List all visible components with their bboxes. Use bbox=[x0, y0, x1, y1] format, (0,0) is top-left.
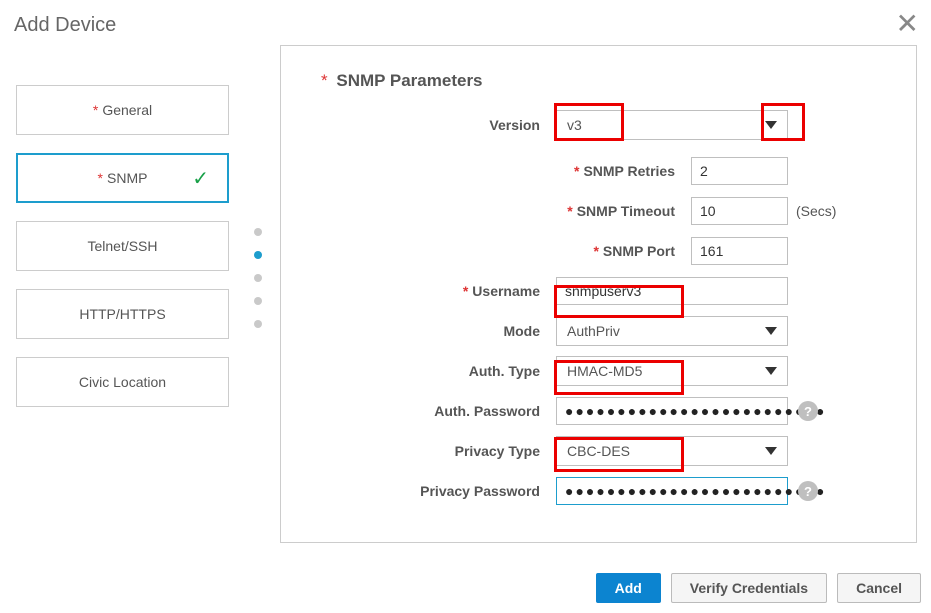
chevron-down-icon bbox=[765, 121, 777, 129]
input-timeout[interactable] bbox=[691, 197, 788, 225]
label-authtype: Auth. Type bbox=[341, 363, 556, 379]
tab-label: General bbox=[102, 102, 152, 118]
select-value: CBC-DES bbox=[567, 443, 630, 459]
sidebar-tab-telnet-ssh[interactable]: Telnet/SSH bbox=[16, 221, 229, 271]
footer-buttons: Add Verify Credentials Cancel bbox=[596, 573, 921, 603]
input-privacy-password[interactable]: ●●●●●●●●●●●●●●●●●●●●●●●●● bbox=[556, 477, 788, 505]
help-icon[interactable]: ? bbox=[798, 401, 818, 421]
add-button[interactable]: Add bbox=[596, 573, 661, 603]
step-dot-active bbox=[254, 251, 262, 259]
select-version[interactable]: v3 bbox=[556, 110, 788, 140]
label-username: *Username bbox=[341, 283, 556, 299]
label-privtype: Privacy Type bbox=[341, 443, 556, 459]
label-retries: *SNMP Retries bbox=[341, 163, 691, 179]
timeout-unit: (Secs) bbox=[796, 203, 836, 219]
dialog-title: Add Device bbox=[14, 14, 116, 37]
cancel-button[interactable]: Cancel bbox=[837, 573, 921, 603]
select-privtype[interactable]: CBC-DES bbox=[556, 436, 788, 466]
label-version: Version bbox=[341, 117, 556, 133]
check-icon: ✓ bbox=[192, 166, 209, 191]
select-value: v3 bbox=[567, 117, 582, 133]
input-auth-password[interactable]: ●●●●●●●●●●●●●●●●●●●●●●●●● bbox=[556, 397, 788, 425]
input-retries[interactable] bbox=[691, 157, 788, 185]
verify-credentials-button[interactable]: Verify Credentials bbox=[671, 573, 827, 603]
step-dot bbox=[254, 228, 262, 236]
close-icon[interactable]: ✕ bbox=[892, 6, 923, 42]
step-dot bbox=[254, 320, 262, 328]
sidebar-tab-general[interactable]: *General bbox=[16, 85, 229, 135]
step-dot bbox=[254, 274, 262, 282]
form-panel: * SNMP Parameters Version v3 *SNMP Retri… bbox=[280, 45, 917, 543]
label-authpw: Auth. Password bbox=[341, 403, 556, 419]
sidebar-nav: *General *SNMP ✓ Telnet/SSH HTTP/HTTPS C… bbox=[16, 85, 229, 425]
step-dot bbox=[254, 297, 262, 305]
sidebar-tab-snmp[interactable]: *SNMP ✓ bbox=[16, 153, 229, 203]
tab-label: HTTP/HTTPS bbox=[79, 306, 165, 322]
input-username[interactable] bbox=[556, 277, 788, 305]
tab-label: Civic Location bbox=[79, 374, 166, 390]
label-port: *SNMP Port bbox=[341, 243, 691, 259]
select-value: AuthPriv bbox=[567, 323, 620, 339]
tab-label: Telnet/SSH bbox=[87, 238, 157, 254]
chevron-down-icon bbox=[765, 447, 777, 455]
select-mode[interactable]: AuthPriv bbox=[556, 316, 788, 346]
tab-label: SNMP bbox=[107, 170, 147, 186]
label-timeout: *SNMP Timeout bbox=[341, 203, 691, 219]
label-mode: Mode bbox=[341, 323, 556, 339]
chevron-down-icon bbox=[765, 367, 777, 375]
select-value: HMAC-MD5 bbox=[567, 363, 642, 379]
sidebar-tab-http[interactable]: HTTP/HTTPS bbox=[16, 289, 229, 339]
chevron-down-icon bbox=[765, 327, 777, 335]
help-icon[interactable]: ? bbox=[798, 481, 818, 501]
panel-heading: * SNMP Parameters bbox=[341, 71, 881, 91]
input-port[interactable] bbox=[691, 237, 788, 265]
sidebar-tab-civic[interactable]: Civic Location bbox=[16, 357, 229, 407]
select-authtype[interactable]: HMAC-MD5 bbox=[556, 356, 788, 386]
label-privpw: Privacy Password bbox=[341, 483, 556, 499]
step-indicator bbox=[254, 228, 262, 328]
